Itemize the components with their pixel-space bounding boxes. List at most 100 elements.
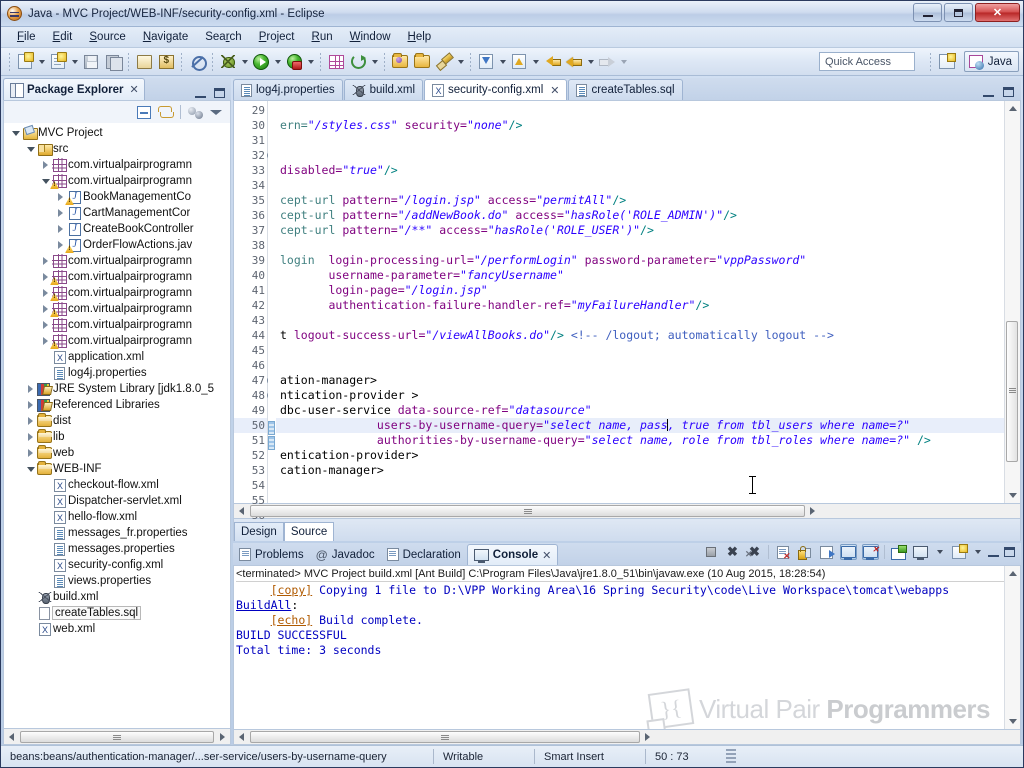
scroll-right-icon[interactable] [640, 730, 655, 744]
tree-item[interactable]: web [4, 445, 230, 461]
next-annotation-dropdown-icon[interactable] [497, 51, 508, 73]
tree-item[interactable]: Dispatcher-servlet.xml [4, 493, 230, 509]
tree-item[interactable]: src [4, 141, 230, 157]
tree-expander-icon[interactable] [25, 401, 36, 409]
toggle-mark-occurrences-icon[interactable] [186, 51, 208, 73]
search-icon[interactable] [411, 51, 433, 73]
menu-help[interactable]: Help [400, 29, 440, 45]
tab-package-explorer[interactable]: Package Explorer ✕ [3, 78, 145, 100]
hscroll-thumb[interactable] [250, 731, 640, 743]
previous-annotation-dropdown-icon[interactable] [530, 51, 541, 73]
view-menu-icon[interactable] [210, 106, 222, 118]
minimize-button[interactable] [913, 3, 942, 22]
tree-item[interactable]: views.properties [4, 573, 230, 589]
view-filter-icon[interactable] [188, 106, 203, 119]
menu-file[interactable]: File [9, 29, 44, 45]
menu-run[interactable]: Run [304, 29, 341, 45]
display-selected-console-icon[interactable] [912, 544, 929, 560]
external-tools-dropdown-icon[interactable] [305, 51, 316, 73]
tree-item[interactable]: com.virtualpairprogramn [4, 317, 230, 333]
tree-item[interactable]: BookManagementCo [4, 189, 230, 205]
tree-item[interactable]: com.virtualpairprogramn [4, 285, 230, 301]
tree-item[interactable]: CreateBookController [4, 221, 230, 237]
tree-expander-icon[interactable] [25, 467, 36, 472]
clear-console-icon[interactable] [774, 544, 791, 562]
close-icon[interactable]: ✕ [542, 549, 551, 562]
open-task-icon[interactable] [389, 51, 411, 73]
hscroll-thumb[interactable] [20, 730, 214, 743]
scroll-down-icon[interactable] [1005, 488, 1020, 503]
print-icon[interactable] [133, 51, 155, 73]
scroll-lock-icon[interactable] [796, 544, 813, 560]
console-output-area[interactable]: <terminated> MVC Project build.xml [Ant … [234, 566, 1004, 729]
previous-annotation-icon[interactable] [508, 51, 530, 73]
tree-expander-icon[interactable] [25, 449, 36, 457]
tree-expander-icon[interactable] [55, 209, 66, 217]
tree-item[interactable]: Referenced Libraries [4, 397, 230, 413]
tree-expander-icon[interactable] [40, 273, 51, 281]
open-type-dropdown-icon[interactable] [369, 51, 380, 73]
save-all-icon[interactable] [102, 51, 124, 73]
new-java-package-icon[interactable] [325, 51, 347, 73]
tree-expander-icon[interactable] [40, 179, 51, 184]
back-dropdown-icon[interactable] [585, 51, 596, 73]
editor-tab-build-xml[interactable]: build.xml [343, 79, 424, 100]
close-icon[interactable]: ✕ [550, 84, 559, 97]
tree-expander-icon[interactable] [40, 305, 51, 313]
maximize-icon[interactable] [1004, 547, 1015, 557]
tree-expander-icon[interactable] [55, 241, 66, 249]
editor-tab-security-config-xml[interactable]: security-config.xml ✕ [424, 79, 568, 100]
close-icon[interactable]: ✕ [130, 83, 139, 96]
forward-dropdown-icon[interactable] [618, 51, 629, 73]
run-external-tools-icon[interactable] [283, 51, 305, 73]
refresh-icon[interactable] [155, 51, 177, 73]
tree-expander-icon[interactable] [40, 337, 51, 345]
editor-vscrollbar[interactable] [1004, 101, 1020, 503]
tree-item[interactable]: com.virtualpairprogramn [4, 301, 230, 317]
console-task-link[interactable]: [echo] [271, 613, 313, 627]
vscroll-track[interactable] [1005, 581, 1020, 714]
tree-expander-icon[interactable] [25, 433, 36, 441]
tree-item[interactable]: security-config.xml [4, 557, 230, 573]
tree-item[interactable]: com.virtualpairprogramn [4, 333, 230, 349]
tree-item[interactable]: WEB-INF [4, 461, 230, 477]
tree-expander-icon[interactable] [40, 321, 51, 329]
marker-dropdown-icon[interactable] [455, 51, 466, 73]
tree-item[interactable]: application.xml [4, 349, 230, 365]
package-explorer-tree[interactable]: MVC Project src com.virtualpairprogramn com… [3, 123, 231, 729]
run-icon[interactable] [250, 51, 272, 73]
menu-project[interactable]: Project [251, 29, 303, 45]
show-console-on-output-icon[interactable] [840, 544, 857, 560]
tree-item[interactable]: hello-flow.xml [4, 509, 230, 525]
scroll-up-icon[interactable] [1005, 566, 1020, 581]
new-wizard-icon[interactable] [14, 51, 36, 73]
maximize-button[interactable] [944, 3, 973, 22]
tree-item[interactable]: com.virtualpairprogramn [4, 253, 230, 269]
collapse-all-icon[interactable] [137, 105, 151, 119]
tree-item[interactable]: dist [4, 413, 230, 429]
tree-item[interactable]: messages.properties [4, 541, 230, 557]
editor-hscrollbar[interactable] [233, 504, 1021, 519]
menu-edit[interactable]: Edit [45, 29, 81, 45]
marker-icon[interactable] [433, 51, 455, 73]
tab-console[interactable]: Console ✕ [466, 544, 559, 565]
minimize-icon[interactable] [983, 88, 994, 97]
tree-item[interactable]: OrderFlowActions.jav [4, 237, 230, 253]
tree-expander-icon[interactable] [25, 385, 36, 393]
run-dropdown-icon[interactable] [272, 51, 283, 73]
debug-dropdown-icon[interactable] [239, 51, 250, 73]
menu-search[interactable]: Search [197, 29, 249, 45]
console-target-link[interactable]: BuildAll [236, 598, 291, 612]
minimize-icon[interactable] [988, 548, 999, 557]
open-perspective-icon[interactable] [939, 53, 956, 69]
scroll-left-icon[interactable] [4, 730, 19, 744]
display-console-dropdown-icon[interactable] [934, 541, 945, 563]
console-vscrollbar[interactable] [1004, 566, 1020, 729]
open-console-icon[interactable] [950, 543, 968, 560]
tree-item[interactable]: createTables.sql [4, 605, 230, 621]
perspective-java-button[interactable]: Java [963, 51, 1019, 72]
new-wizard-dropdown-icon[interactable] [36, 51, 47, 73]
tree-item[interactable]: log4j.properties [4, 365, 230, 381]
tree-expander-icon[interactable] [40, 161, 51, 169]
tab-problems[interactable]: Problems [233, 544, 310, 565]
